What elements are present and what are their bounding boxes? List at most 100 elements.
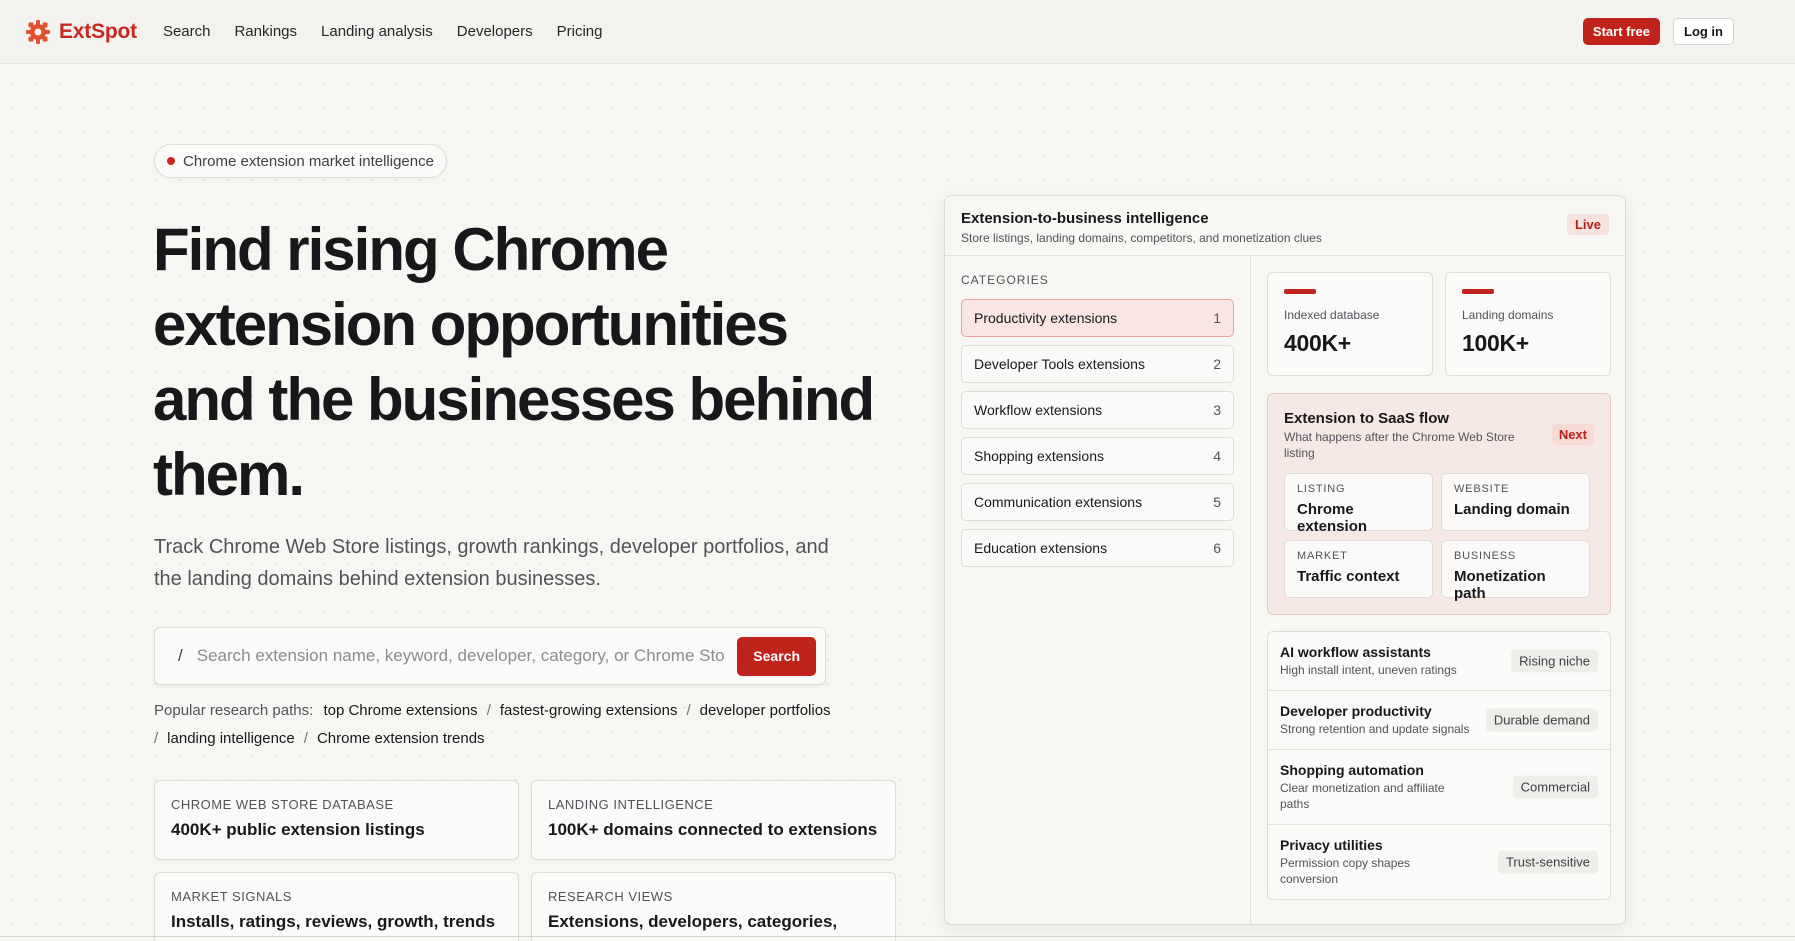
search-button[interactable]: Search	[737, 636, 816, 676]
list-item[interactable]: AI workflow assistants High install inte…	[1268, 632, 1610, 691]
flow-cell-business: BUSINESS Monetization path	[1441, 540, 1590, 602]
flow-cell-market: MARKET Traffic context	[1284, 540, 1433, 598]
category-item-productivity[interactable]: Productivity extensions 1	[961, 299, 1234, 337]
metrics-row: Indexed database 400K+ Landing domains 1…	[1267, 272, 1611, 376]
flow-cell-key: MARKET	[1297, 550, 1348, 562]
list-item[interactable]: Developer productivity Strong retention …	[1268, 691, 1610, 750]
panel-title: Extension-to-business intelligence	[961, 210, 1209, 227]
niche-tag: Trust-sensitive	[1497, 850, 1598, 874]
niche-description: Strong retention and update signals	[1280, 722, 1470, 736]
category-name: Workflow extensions	[974, 402, 1103, 418]
popular-link-top-extensions[interactable]: top Chrome extensions	[323, 702, 477, 719]
separator: /	[303, 730, 308, 747]
next-badge: Next	[1551, 424, 1594, 445]
popular-link-fastest-growing[interactable]: fastest-growing extensions	[500, 702, 678, 719]
log-in-button[interactable]: Log in	[1673, 18, 1734, 45]
panel-details-column: Indexed database 400K+ Landing domains 1…	[1267, 272, 1611, 900]
stat-card-research-views: RESEARCH VIEWS Extensions, developers, c…	[531, 872, 896, 941]
flow-cell-value: Traffic context	[1297, 568, 1400, 585]
main-nav: Search Rankings Landing analysis Develop…	[163, 23, 603, 40]
search-input[interactable]	[196, 646, 726, 666]
stat-card-value: Installs, ratings, reviews, growth, tren…	[171, 912, 496, 931]
list-item[interactable]: Privacy utilities Permission copy shapes…	[1268, 825, 1610, 899]
flow-title: Extension to SaaS flow	[1284, 410, 1450, 427]
metric-label: Indexed database	[1284, 308, 1380, 322]
header-actions: Start free Log in	[1582, 18, 1734, 45]
list-item[interactable]: Shopping automation Clear monetization a…	[1268, 750, 1610, 825]
metric-label: Landing domains	[1462, 308, 1554, 322]
metric-landing-domains: Landing domains 100K+	[1445, 272, 1611, 376]
popular-label: Popular research paths:	[154, 702, 314, 719]
flow-cell-key: WEBSITE	[1454, 483, 1510, 495]
category-rank: 6	[1213, 540, 1221, 556]
popular-link-extension-trends[interactable]: Chrome extension trends	[317, 730, 485, 747]
hero-pill-label: Chrome extension market intelligence	[183, 152, 434, 170]
stat-card-key: MARKET SIGNALS	[171, 889, 292, 904]
flow-grid: LISTING Chrome extension WEBSITE Landing…	[1284, 473, 1594, 602]
nav-landing-analysis[interactable]: Landing analysis	[321, 23, 433, 40]
category-name: Communication extensions	[974, 494, 1143, 510]
category-item-communication[interactable]: Communication extensions 5	[961, 483, 1234, 521]
slash-shortcut-icon: /	[178, 646, 183, 665]
category-item-shopping[interactable]: Shopping extensions 4	[961, 437, 1234, 475]
accent-bar	[1284, 289, 1316, 294]
popular-link-developer-portfolios[interactable]: developer portfolios	[700, 702, 831, 719]
niche-list: AI workflow assistants High install inte…	[1267, 631, 1611, 900]
search-box: / Search	[154, 627, 826, 685]
nav-pricing[interactable]: Pricing	[557, 23, 603, 40]
category-item-education[interactable]: Education extensions 6	[961, 529, 1234, 567]
bottom-divider	[0, 936, 1795, 937]
brand[interactable]: ExtSpot	[25, 19, 137, 45]
niche-tag: Durable demand	[1485, 708, 1598, 732]
popular-link-landing-intelligence[interactable]: landing intelligence	[167, 730, 295, 747]
flow-cell-website: WEBSITE Landing domain	[1441, 473, 1590, 531]
start-free-button[interactable]: Start free	[1582, 18, 1660, 45]
stat-card-value: 100K+ domains connected to extensions	[548, 820, 878, 839]
panel-header: Extension-to-business intelligence Store…	[945, 196, 1625, 256]
nav-developers[interactable]: Developers	[457, 23, 533, 40]
stat-card-key: LANDING INTELLIGENCE	[548, 797, 714, 812]
flow-subtitle: What happens after the Chrome Web Store …	[1284, 430, 1515, 460]
nav-rankings[interactable]: Rankings	[234, 23, 297, 40]
category-rank: 3	[1213, 402, 1221, 418]
category-rank: 4	[1213, 448, 1221, 464]
niche-description: Permission copy shapes conversion	[1280, 856, 1411, 886]
stat-card-market-signals: MARKET SIGNALS Installs, ratings, review…	[154, 872, 519, 941]
separator: /	[686, 702, 691, 719]
intelligence-panel: Extension-to-business intelligence Store…	[944, 195, 1626, 925]
separator: /	[486, 702, 491, 719]
metric-value: 100K+	[1462, 330, 1529, 356]
popular-research-paths: Popular research paths: top Chrome exten…	[154, 697, 854, 753]
flow-cell-key: BUSINESS	[1454, 550, 1517, 562]
hero-pill: Chrome extension market intelligence	[154, 144, 447, 178]
brand-name: ExtSpot	[59, 19, 137, 43]
logo-icon	[26, 19, 50, 44]
accent-bar	[1462, 289, 1494, 294]
niche-tag: Rising niche	[1511, 649, 1598, 673]
category-rank: 2	[1213, 356, 1221, 372]
separator: /	[154, 730, 159, 747]
niche-description: High install intent, uneven ratings	[1280, 663, 1457, 677]
stat-card-key: RESEARCH VIEWS	[548, 889, 673, 904]
stat-card-value: 400K+ public extension listings	[171, 820, 425, 839]
category-rank: 1	[1213, 310, 1221, 326]
flow-cell-value: Monetization path	[1454, 568, 1546, 602]
flow-cell-value: Chrome extension	[1297, 501, 1368, 535]
stat-card-value: Extensions, developers, categories,	[548, 912, 838, 931]
top-navbar: ExtSpot Search Rankings Landing analysis…	[0, 0, 1795, 64]
flow-cell-listing: LISTING Chrome extension	[1284, 473, 1433, 535]
saas-flow-card: Extension to SaaS flow What happens afte…	[1267, 393, 1611, 615]
nav-search[interactable]: Search	[163, 23, 211, 40]
panel-subtitle: Store listings, landing domains, competi…	[961, 231, 1322, 245]
category-item-developer-tools[interactable]: Developer Tools extensions 2	[961, 345, 1234, 383]
stat-card-key: CHROME WEB STORE DATABASE	[171, 797, 394, 812]
stat-card-landing: LANDING INTELLIGENCE 100K+ domains conne…	[531, 780, 896, 860]
metric-indexed-database: Indexed database 400K+	[1267, 272, 1433, 376]
category-name: Developer Tools extensions	[974, 356, 1145, 372]
category-name: Shopping extensions	[974, 448, 1104, 464]
category-rank: 5	[1213, 494, 1221, 510]
niche-description: Clear monetization and affiliate paths	[1280, 781, 1445, 811]
live-badge: Live	[1566, 214, 1609, 235]
category-item-workflow[interactable]: Workflow extensions 3	[961, 391, 1234, 429]
flow-cell-value: Landing domain	[1454, 501, 1570, 518]
